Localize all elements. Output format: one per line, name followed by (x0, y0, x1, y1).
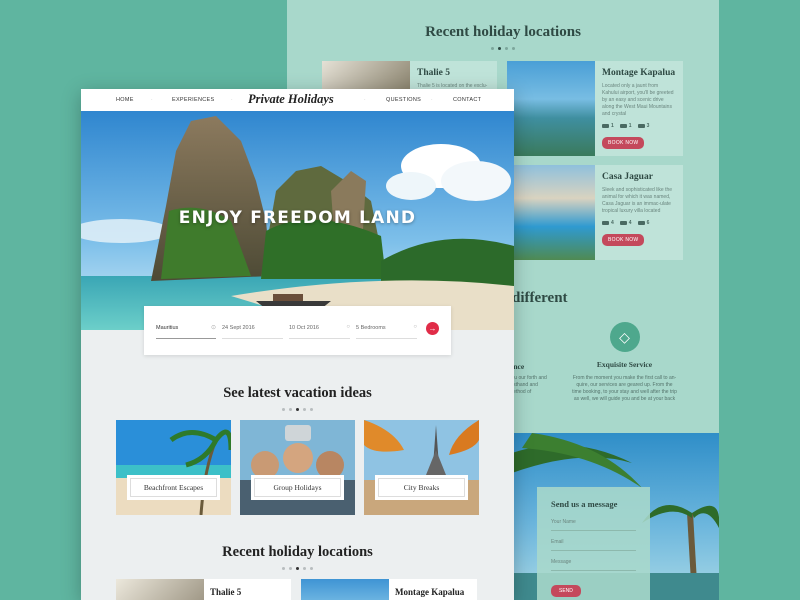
location-title: Montage Kapalua (395, 587, 465, 597)
contact-form: Send us a message Your Name Email Messag… (537, 487, 650, 600)
location-card[interactable]: Thalie 5 (116, 579, 291, 600)
diamond-icon: ◇ (609, 322, 640, 352)
location-title: Casa Jaguar (602, 172, 653, 182)
location-stats: 4 4 6 (602, 220, 676, 226)
top-navigation: HOME · EXPERIENCES · Private Holidays · … (81, 89, 514, 111)
search-button[interactable]: → (426, 322, 439, 335)
city-image (364, 420, 479, 515)
nav-separator: · (364, 97, 366, 103)
bath-icon: 1 (619, 123, 632, 129)
nav-separator: · (231, 97, 233, 103)
carousel-dots[interactable] (81, 408, 514, 411)
search-bar: Mauritius ⊙ 24 Sept 2016 10 Oct 2016 ○ 5… (144, 306, 451, 355)
contact-form-title: Send us a message (551, 499, 618, 509)
feature-description: From the moment you make the first call … (572, 375, 677, 402)
destination-input[interactable]: Mauritius ⊙ (156, 325, 216, 339)
bath-icon: 4 (619, 220, 632, 226)
book-now-button[interactable]: BOOK NOW (602, 137, 645, 149)
feature-title: Exquisite Service (596, 360, 653, 369)
arrow-right-icon: → (428, 324, 437, 333)
carousel-dots[interactable] (81, 567, 514, 570)
nav-contact[interactable]: CONTACT (453, 97, 481, 103)
vacation-card-group[interactable]: Group Holidays (240, 420, 355, 515)
location-title: Thalie 5 (210, 587, 242, 597)
location-card[interactable]: Casa Jaguar Sleek and sophisticated like… (507, 165, 683, 260)
vacation-card-label: Group Holidays (251, 475, 344, 500)
guest-icon: 3 (637, 123, 649, 129)
features-title: different (512, 290, 568, 306)
calendar-icon: ○ (346, 324, 350, 330)
nav-questions[interactable]: QUESTIONS (386, 97, 421, 103)
location-image (507, 61, 595, 156)
carousel-dots[interactable] (287, 47, 719, 50)
location-card[interactable]: Montage Kapalua Located only a jaunt fro… (507, 61, 683, 156)
location-icon: ⊙ (210, 325, 216, 331)
location-image (301, 579, 389, 600)
vacation-card-label: City Breaks (375, 475, 468, 500)
nav-separator: · (151, 97, 153, 103)
check-out-input[interactable]: 10 Oct 2016 ○ (289, 324, 350, 339)
check-in-input[interactable]: 24 Sept 2016 (222, 325, 283, 339)
site-logo[interactable]: Private Holidays (248, 92, 334, 107)
foreground-page: HOME · EXPERIENCES · Private Holidays · … (81, 89, 514, 600)
beach-image (116, 420, 231, 515)
hero-banner: ENJOY FREEDOM LAND (81, 111, 514, 330)
name-field[interactable]: Your Name (551, 519, 636, 531)
group-image (240, 420, 355, 515)
vacation-card-beachfront[interactable]: Beachfront Escapes (116, 420, 231, 515)
chevron-down-icon: ○ (413, 324, 417, 330)
location-description: Sleek and sophisticated like the animal … (602, 187, 673, 214)
feature-exquisite-service: ◇ Exquisite Service From the moment you … (572, 322, 677, 403)
vacation-ideas-title: See latest vacation ideas (223, 385, 372, 401)
bedrooms-select[interactable]: 5 Bedrooms ○ (356, 324, 417, 339)
bed-icon: 4 (602, 220, 614, 226)
nav-experiences[interactable]: EXPERIENCES (172, 97, 214, 103)
location-stats: 1 1 3 (602, 123, 676, 129)
location-card[interactable]: Montage Kapalua (301, 579, 477, 600)
vacation-card-city[interactable]: City Breaks (364, 420, 479, 515)
location-description: Located only a jaunt from Kahului airpor… (602, 83, 674, 117)
location-image (507, 165, 595, 260)
nav-home[interactable]: HOME (116, 97, 134, 103)
recent-locations-title: Recent holiday locations (222, 544, 373, 560)
bed-icon: 1 (602, 123, 614, 129)
vacation-card-label: Beachfront Escapes (127, 475, 220, 500)
hero-title: ENJOY FREEDOM LAND (178, 208, 417, 228)
location-image (116, 579, 204, 600)
location-card[interactable]: Thalie 5 Thalie 5 is located on the excl… (322, 61, 497, 89)
message-field[interactable]: Message (551, 559, 636, 571)
feature-description: you our forth and firsthand and method o… (509, 375, 547, 395)
email-field[interactable]: Email (551, 539, 636, 551)
send-button[interactable]: SEND (551, 585, 581, 597)
book-now-button[interactable]: BOOK NOW (602, 234, 645, 246)
location-title: Montage Kapalua (602, 68, 676, 78)
nav-separator: · (431, 97, 433, 103)
back-section-title: Recent holiday locations (425, 24, 581, 40)
location-image (322, 61, 410, 89)
location-title: Thalie 5 (417, 68, 450, 78)
guest-icon: 6 (637, 220, 649, 226)
